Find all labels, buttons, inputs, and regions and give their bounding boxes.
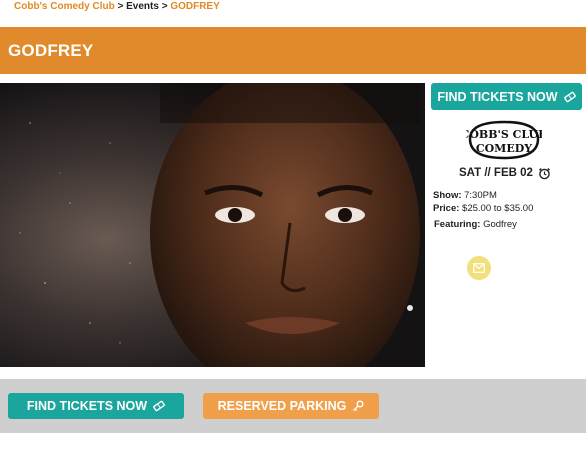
featuring-value: Godfrey xyxy=(480,219,517,230)
price-value: $25.00 to $35.00 xyxy=(459,203,534,214)
reserved-parking-button[interactable]: RESERVED PARKING xyxy=(203,393,379,419)
breadcrumb: Cobb's Comedy Club > Events > GODFREY xyxy=(14,0,220,14)
breadcrumb-events-link[interactable]: Events xyxy=(126,1,159,12)
find-tickets-button[interactable]: FIND TICKETS NOW xyxy=(431,83,582,110)
featuring: Featuring: Godfrey xyxy=(433,218,583,231)
show-label: Show: xyxy=(433,190,462,201)
svg-text:COMEDY: COMEDY xyxy=(476,142,532,155)
key-icon xyxy=(353,400,364,411)
find-tickets-bottom-label: FIND TICKETS NOW xyxy=(26,399,148,413)
svg-text:COBB'S CLUB: COBB'S CLUB xyxy=(466,128,542,141)
event-date-text: SAT // FEB 02 xyxy=(459,167,533,179)
ticket-icon xyxy=(153,400,165,412)
find-tickets-bottom-button[interactable]: FIND TICKETS NOW xyxy=(8,393,184,419)
find-tickets-label: FIND TICKETS NOW xyxy=(437,89,558,104)
ticket-icon xyxy=(563,91,576,102)
bottom-action-bar: FIND TICKETS NOW RESERVED PARKING xyxy=(0,379,586,433)
performer-portrait xyxy=(0,83,425,367)
breadcrumb-current: GODFREY xyxy=(170,1,220,12)
comedy-club-logo: COBB'S CLUB COMEDY xyxy=(466,120,542,160)
event-sidebar: FIND TICKETS NOW COBB'S CLUB COMEDY SAT … xyxy=(430,83,586,367)
price-label: Price: xyxy=(433,203,460,214)
breadcrumb-home-link[interactable]: Cobb's Comedy Club xyxy=(14,1,115,12)
breadcrumb-separator: > xyxy=(158,1,171,12)
featuring-label: Featuring: xyxy=(434,219,481,230)
alarm-clock-icon[interactable] xyxy=(538,167,551,180)
breadcrumb-separator: > xyxy=(114,1,127,12)
hero-image xyxy=(0,83,425,367)
email-share-button[interactable] xyxy=(467,256,491,280)
event-date: SAT // FEB 02 xyxy=(459,164,551,182)
show-time: Show: 7:30PM xyxy=(433,189,583,202)
event-details: Show: 7:30PM Price: $25.00 to $35.00 Fea… xyxy=(433,189,583,231)
title-bar: GODFREY xyxy=(0,27,586,74)
mail-icon xyxy=(473,263,485,273)
price: Price: $25.00 to $35.00 xyxy=(433,202,583,215)
reserved-parking-label: RESERVED PARKING xyxy=(217,399,347,413)
page-title: GODFREY xyxy=(8,41,94,60)
show-value: 7:30PM xyxy=(461,190,497,201)
